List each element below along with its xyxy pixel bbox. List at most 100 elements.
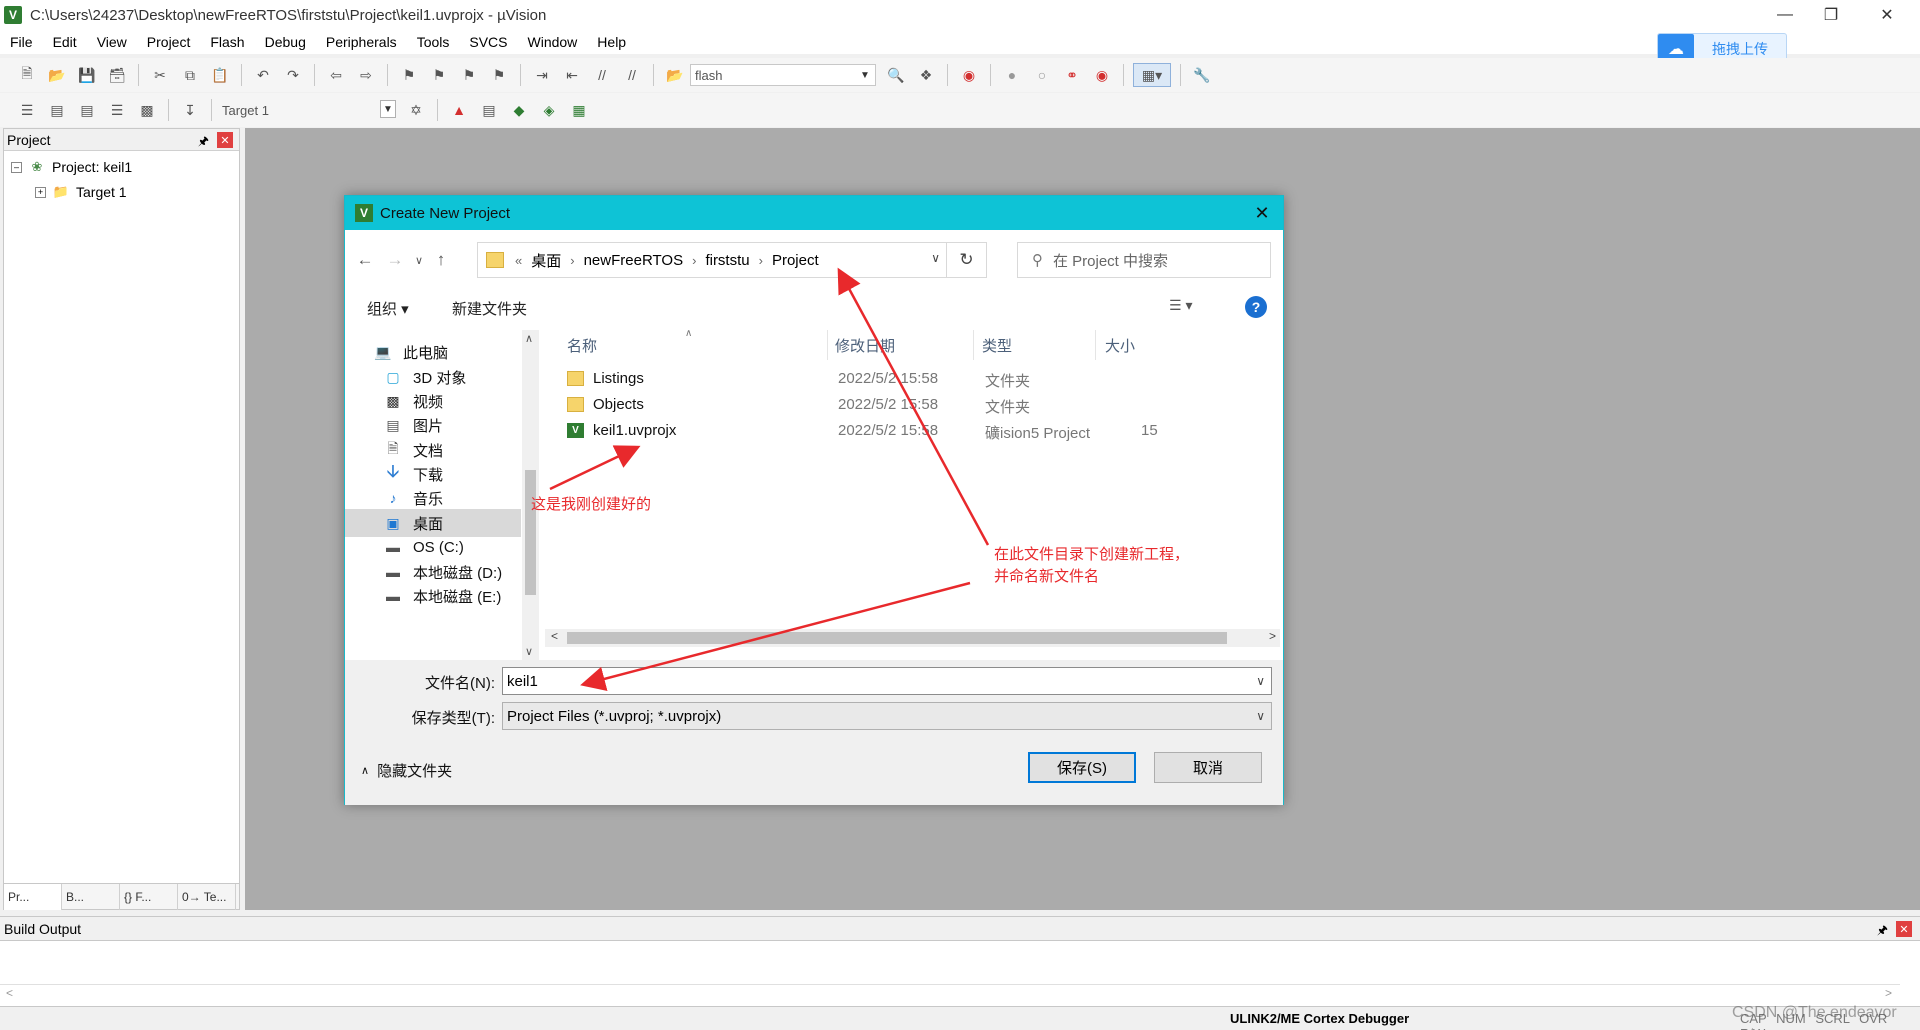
breadcrumb-desktop[interactable]: 桌面	[531, 250, 561, 271]
column-header-type[interactable]: 类型	[982, 330, 1012, 360]
close-icon[interactable]: ✕	[1896, 921, 1912, 937]
tab-books[interactable]: B...	[62, 884, 120, 910]
bookmark-icon[interactable]: ⚑	[397, 63, 421, 87]
manage-project-items-icon[interactable]: ▲	[447, 98, 471, 122]
collapse-icon[interactable]: –	[11, 161, 22, 173]
back-arrow-icon[interactable]: ←	[353, 248, 377, 272]
pin-icon[interactable]: 🖈	[1877, 921, 1888, 942]
scroll-left-icon[interactable]: <	[6, 986, 13, 1000]
clear-bookmarks-icon[interactable]: ⚑	[487, 63, 511, 87]
scroll-up-icon[interactable]: ∧	[525, 332, 533, 345]
build-output-scrollbar[interactable]: < >	[0, 984, 1900, 1002]
new-folder-button[interactable]: 新建文件夹	[452, 298, 527, 319]
rebuild-icon[interactable]: ▤	[75, 98, 99, 122]
column-divider[interactable]	[827, 330, 828, 360]
find-in-files-icon[interactable]: 📂	[663, 63, 687, 87]
hide-folders-toggle[interactable]: ∧ 隐藏文件夹	[361, 760, 452, 781]
breadcrumb-overflow[interactable]: «	[515, 253, 522, 268]
scrollbar-thumb[interactable]	[567, 632, 1227, 644]
pin-icon[interactable]: 🖈	[198, 132, 209, 153]
prev-bookmark-icon[interactable]: ⚑	[427, 63, 451, 87]
column-header-date[interactable]: 修改日期	[835, 330, 895, 360]
forward-arrow-icon[interactable]: →	[383, 248, 407, 272]
filetype-select[interactable]: Project Files (*.uvproj; *.uvprojx) ∨	[502, 702, 1272, 730]
cut-icon[interactable]: ✂	[148, 63, 172, 87]
debug-session-icon[interactable]: ◉	[957, 63, 981, 87]
up-arrow-icon[interactable]: ↑	[429, 248, 453, 272]
chevron-right-icon[interactable]: ›	[692, 253, 696, 268]
select-packs-icon[interactable]: ◈	[537, 98, 561, 122]
save-all-icon[interactable]: 🗃	[105, 63, 129, 87]
copy-icon[interactable]: ⧉	[178, 63, 202, 87]
restore-icon[interactable]: ❐	[1808, 0, 1854, 30]
tree-item-project[interactable]: – ❀ Project: keil1	[11, 159, 132, 175]
menu-file[interactable]: File	[0, 34, 43, 50]
close-icon[interactable]: ✕	[217, 132, 233, 148]
menu-project[interactable]: Project	[137, 34, 201, 50]
file-row[interactable]: Listings 2022/5/2 15:58 文件夹	[545, 366, 1285, 392]
refresh-icon[interactable]: ↻	[947, 242, 987, 278]
cancel-button[interactable]: 取消	[1154, 752, 1262, 783]
column-divider[interactable]	[1095, 330, 1096, 360]
scrollbar-thumb[interactable]	[525, 470, 536, 595]
redo-icon[interactable]: ↷	[281, 63, 305, 87]
recent-locations-icon[interactable]: ∨	[407, 248, 431, 272]
view-options-icon[interactable]: ☰ ▾	[1169, 297, 1192, 314]
unindent-icon[interactable]: ⇤	[560, 63, 584, 87]
menu-debug[interactable]: Debug	[255, 34, 316, 50]
scroll-right-icon[interactable]: >	[1885, 986, 1892, 1000]
tree-item-target[interactable]: + 📁 Target 1	[35, 184, 127, 200]
column-divider[interactable]	[973, 330, 974, 360]
nav-item-music[interactable]: ♪ 音乐	[383, 484, 541, 512]
pack-installer-icon[interactable]: ▦	[567, 98, 591, 122]
help-icon[interactable]: ?	[1245, 296, 1267, 318]
breadcrumb-firststu[interactable]: firststu	[705, 252, 749, 269]
breakpoint-icon[interactable]: ●	[1000, 63, 1024, 87]
organize-button[interactable]: 组织 ▾	[367, 298, 409, 319]
menu-svcs[interactable]: SVCS	[459, 34, 517, 50]
manage-multi-project-icon[interactable]: ▤	[477, 98, 501, 122]
close-icon[interactable]: ✕	[1249, 200, 1275, 226]
scroll-down-icon[interactable]: ∨	[525, 645, 533, 658]
scroll-left-icon[interactable]: <	[551, 629, 558, 643]
target-select[interactable]: Target 1 ▼	[218, 99, 398, 121]
save-button[interactable]: 保存(S)	[1028, 752, 1136, 783]
window-layout-icon[interactable]: ▦▾	[1133, 63, 1171, 87]
menu-edit[interactable]: Edit	[43, 34, 87, 50]
stop-build-icon[interactable]: ▩	[135, 98, 159, 122]
save-icon[interactable]: 💾	[75, 63, 99, 87]
open-file-icon[interactable]: 📂	[45, 63, 69, 87]
kill-all-breakpoints-icon[interactable]: ◉	[1090, 63, 1114, 87]
menu-help[interactable]: Help	[587, 34, 636, 50]
nav-item-drive-c[interactable]: ▬ OS (C:)	[383, 533, 541, 561]
file-row[interactable]: V keil1.uvprojx 2022/5/2 15:58 礦ision5 P…	[545, 418, 1285, 444]
menu-window[interactable]: Window	[518, 34, 588, 50]
tab-templates[interactable]: 0→ Te...	[178, 884, 236, 910]
translate-icon[interactable]: ☰	[15, 98, 39, 122]
expand-icon[interactable]: +	[35, 186, 46, 198]
batch-build-icon[interactable]: ☰	[105, 98, 129, 122]
column-header-size[interactable]: 大小	[1105, 330, 1135, 360]
chevron-right-icon[interactable]: ›	[759, 253, 763, 268]
menu-view[interactable]: View	[87, 34, 137, 50]
breadcrumb-project[interactable]: Project	[772, 252, 819, 269]
next-bookmark-icon[interactable]: ⚑	[457, 63, 481, 87]
indent-icon[interactable]: ⇥	[530, 63, 554, 87]
find-icon[interactable]: 🔍	[884, 63, 908, 87]
close-icon[interactable]: ✕	[1864, 0, 1910, 30]
scroll-right-icon[interactable]: >	[1269, 629, 1276, 643]
chevron-right-icon[interactable]: ›	[570, 253, 574, 268]
file-list-scrollbar[interactable]: < >	[545, 629, 1280, 647]
find-combo[interactable]: flash ▼	[690, 64, 876, 86]
chevron-down-icon[interactable]: ∨	[1256, 674, 1265, 688]
build-icon[interactable]: ▤	[45, 98, 69, 122]
nav-item-drive-e[interactable]: ▬ 本地磁盘 (E:)	[383, 582, 541, 610]
undo-icon[interactable]: ↶	[251, 63, 275, 87]
tab-project[interactable]: Pr...	[4, 884, 62, 910]
menu-tools[interactable]: Tools	[407, 34, 460, 50]
uncomment-icon[interactable]: //	[620, 63, 644, 87]
minimize-icon[interactable]: —	[1762, 0, 1808, 30]
nav-item-pictures[interactable]: ▤ 图片	[383, 411, 541, 439]
configure-tools-icon[interactable]: 🔧	[1190, 63, 1214, 87]
menu-peripherals[interactable]: Peripherals	[316, 34, 407, 50]
